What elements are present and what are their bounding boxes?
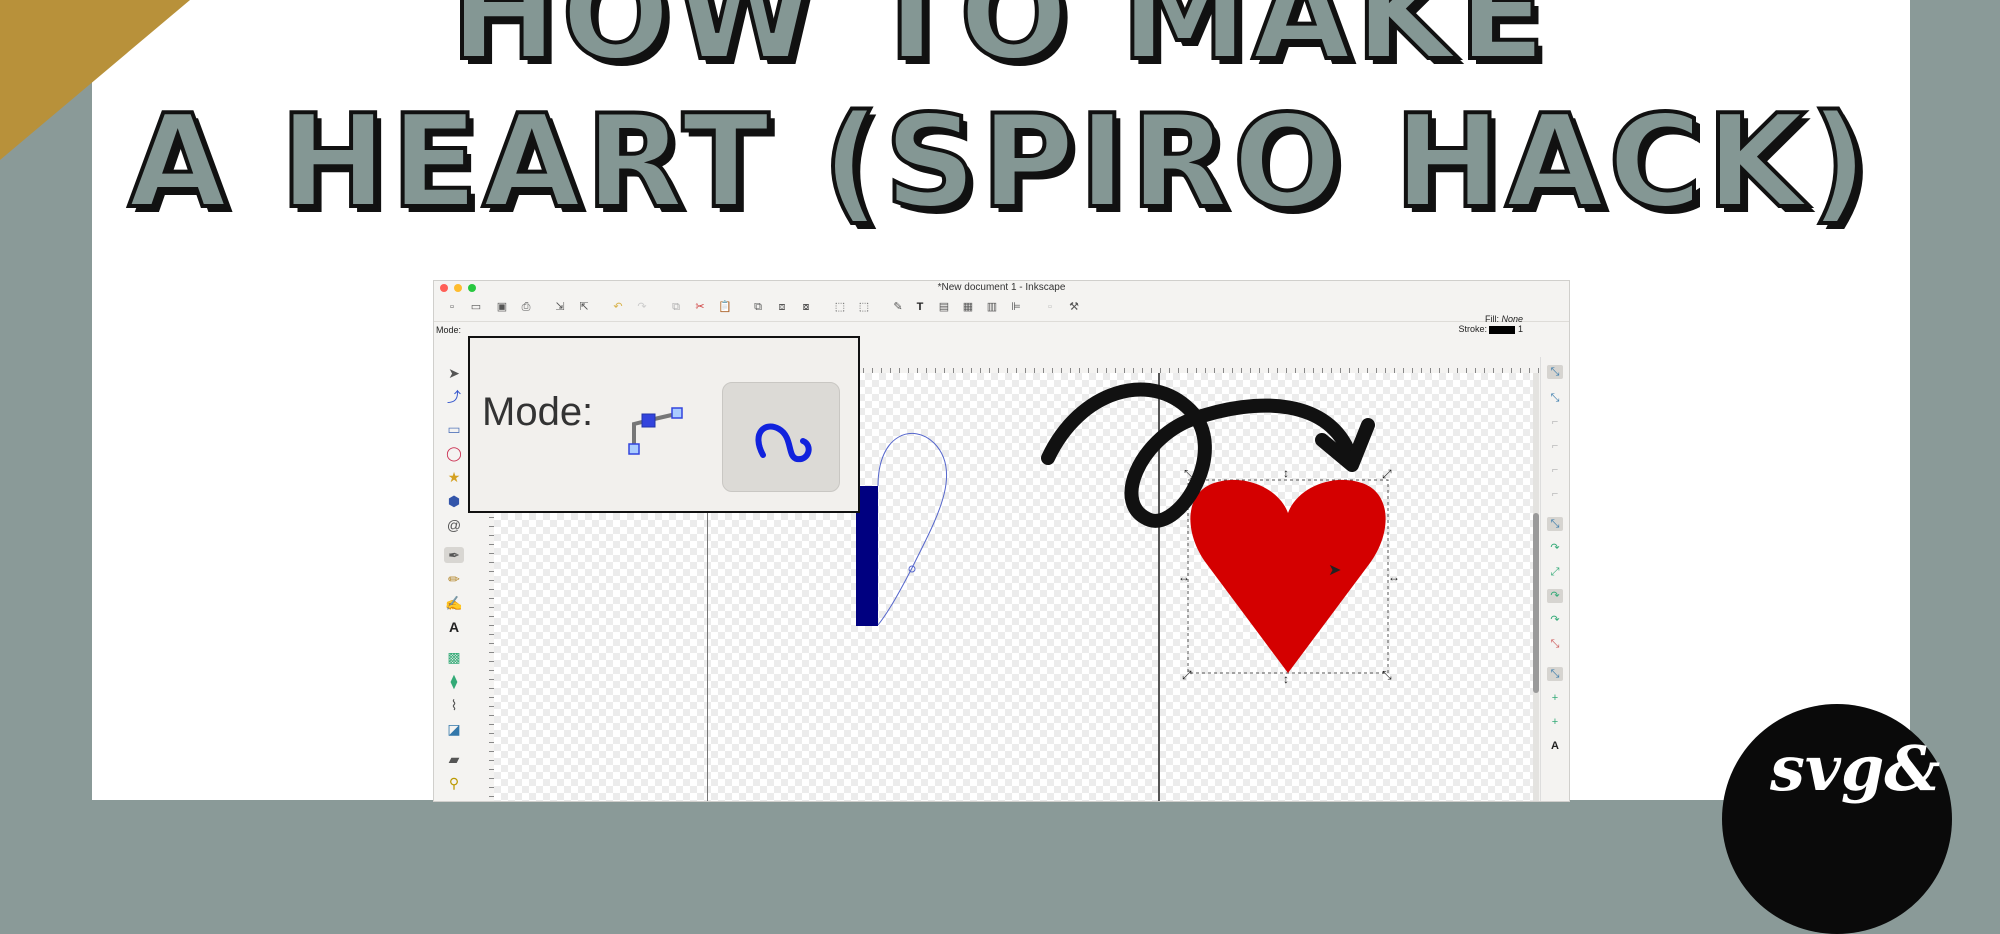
stroke-label: Stroke: bbox=[1458, 324, 1487, 334]
page-title-line2: A HEART (SPIRO HACK) bbox=[126, 86, 1872, 239]
nw-scale-handle[interactable]: ⤡ bbox=[1184, 467, 1194, 481]
logo-text: svg& bbox=[1770, 732, 1941, 805]
vertical-scrollbar[interactable] bbox=[1533, 373, 1539, 801]
eraser-tool-icon[interactable]: ▰ bbox=[444, 751, 464, 767]
document-properties-icon[interactable]: ▫ bbox=[1044, 301, 1056, 313]
fill-stroke-indicator[interactable]: Fill: None Stroke: 1 bbox=[1458, 314, 1523, 334]
calligraphy-tool-icon[interactable]: ✍ bbox=[444, 595, 464, 611]
snap-cusp-nodes-icon[interactable]: ↷ bbox=[1547, 589, 1563, 603]
snap-paths-icon[interactable]: ↷ bbox=[1547, 541, 1563, 555]
fill-stroke-icon[interactable]: ✎ bbox=[892, 301, 904, 313]
mode-label: Mode: bbox=[436, 325, 462, 335]
group-icon[interactable]: ⬚ bbox=[834, 301, 846, 313]
maximize-window-button[interactable] bbox=[468, 284, 476, 292]
ungroup-icon[interactable]: ⬚ bbox=[858, 301, 870, 313]
snap-rotation-center-icon[interactable]: + bbox=[1547, 691, 1563, 705]
zoom-tool-icon[interactable]: ⚲ bbox=[444, 775, 464, 791]
scrollbar-thumb[interactable] bbox=[1533, 513, 1539, 693]
tweak-tool-icon[interactable]: ⧫ bbox=[444, 673, 464, 689]
preferences-icon[interactable]: ⚒ bbox=[1068, 301, 1080, 313]
undo-icon[interactable]: ↶ bbox=[612, 301, 624, 313]
paste-icon[interactable]: 📋 bbox=[718, 301, 732, 313]
fill-label: Fill: bbox=[1484, 314, 1499, 324]
spiro-mode-button[interactable] bbox=[722, 382, 840, 492]
selector-tool-icon[interactable]: ➤ bbox=[444, 365, 464, 381]
commands-toolbar: ▫ ▭ ▣ ⎙ ⇲ ⇱ ↶ ↷ ⧉ ✂ 📋 ⧉ ⧈ ⧇ ⬚ ⬚ ✎ T ▤ ▦ … bbox=[434, 295, 1569, 322]
dropper-tool-icon[interactable]: ⌇ bbox=[444, 697, 464, 713]
se-scale-handle[interactable]: ⤡ bbox=[1382, 668, 1392, 682]
snap-toggle-icon[interactable]: ⤡ bbox=[1547, 365, 1563, 379]
w-scale-handle[interactable]: ↔ bbox=[1178, 570, 1190, 584]
snap-page-border-icon[interactable]: + bbox=[1547, 715, 1563, 729]
node-tool-icon[interactable]: ⤴ bbox=[444, 389, 464, 405]
red-heart[interactable] bbox=[1190, 479, 1386, 673]
layers-icon[interactable]: ▤ bbox=[938, 301, 950, 313]
s-scale-handle[interactable]: ↕ bbox=[1283, 672, 1289, 686]
n-scale-handle[interactable]: ↕ bbox=[1283, 466, 1289, 480]
bezier-tool-icon[interactable]: ✒ bbox=[444, 547, 464, 563]
window-titlebar: *New document 1 - Inkscape bbox=[434, 281, 1569, 295]
clone-icon[interactable]: ⧈ bbox=[776, 301, 788, 313]
align-icon[interactable]: ⊫ bbox=[1010, 301, 1022, 313]
snap-smooth-nodes-icon[interactable]: ↷ bbox=[1547, 613, 1563, 627]
page-title-line1: HOW TO MAKE bbox=[448, 0, 1550, 91]
xml-editor-icon[interactable]: ▦ bbox=[962, 301, 974, 313]
ne-scale-handle[interactable]: ⤢ bbox=[1381, 467, 1392, 481]
mode-zoom-callout: Mode: bbox=[468, 336, 860, 513]
fill-value: None bbox=[1501, 314, 1523, 324]
star-tool-icon[interactable]: ★ bbox=[444, 469, 464, 485]
copy-icon[interactable]: ⧉ bbox=[670, 301, 682, 313]
snap-controls-bar: ⤡ ⤡ ⌐ ⌐ ⌐ ⌐ ⤡ ↷ ⤢ ↷ ↷ ⤡ ⤡ + + A bbox=[1540, 357, 1569, 801]
save-icon[interactable]: ▣ bbox=[496, 301, 508, 313]
close-window-button[interactable] bbox=[440, 284, 448, 292]
snap-bbox-center-icon[interactable]: ⌐ bbox=[1547, 487, 1563, 501]
objects-icon[interactable]: ▥ bbox=[986, 301, 998, 313]
snap-bbox-corner-icon[interactable]: ⌐ bbox=[1547, 439, 1563, 453]
callout-mode-label: Mode: bbox=[482, 390, 594, 434]
import-icon[interactable]: ⇲ bbox=[554, 301, 566, 313]
text-font-icon[interactable]: T bbox=[914, 301, 926, 313]
brand-logo: svg& bbox=[1722, 704, 1952, 934]
snap-centers-icon[interactable]: ⤡ bbox=[1547, 667, 1563, 681]
snap-path-intersection-icon[interactable]: ⤢ bbox=[1547, 565, 1563, 579]
snap-text-baseline-icon[interactable]: A bbox=[1547, 739, 1563, 753]
new-document-icon[interactable]: ▫ bbox=[446, 301, 458, 313]
spray-tool-icon[interactable]: ▩ bbox=[444, 649, 464, 665]
cut-icon[interactable]: ✂ bbox=[694, 301, 706, 313]
mouse-cursor-icon: ➤ bbox=[1328, 562, 1341, 579]
pencil-tool-icon[interactable]: ✏ bbox=[444, 571, 464, 587]
3d-box-tool-icon[interactable]: ⬢ bbox=[444, 493, 464, 509]
snap-bbox-edge-icon[interactable]: ⌐ bbox=[1547, 415, 1563, 429]
minimize-window-button[interactable] bbox=[454, 284, 462, 292]
spiro-path-icon bbox=[755, 423, 812, 463]
duplicate-icon[interactable]: ⧉ bbox=[752, 301, 764, 313]
spiro-half-heart-path[interactable] bbox=[877, 433, 948, 626]
stroke-width: 1 bbox=[1517, 324, 1523, 334]
rectangle-tool-icon[interactable]: ▭ bbox=[444, 421, 464, 437]
paint-bucket-tool-icon[interactable]: ◪ bbox=[444, 721, 464, 737]
sw-scale-handle[interactable]: ⤢ bbox=[1181, 668, 1192, 682]
snap-bbox-icon[interactable]: ⤡ bbox=[1547, 391, 1563, 405]
spiral-tool-icon[interactable]: @ bbox=[444, 517, 464, 533]
open-file-icon[interactable]: ▭ bbox=[470, 301, 482, 313]
export-icon[interactable]: ⇱ bbox=[578, 301, 590, 313]
regular-bezier-mode-icon[interactable] bbox=[628, 404, 688, 464]
redo-icon[interactable]: ↷ bbox=[636, 301, 648, 313]
print-icon[interactable]: ⎙ bbox=[520, 301, 532, 313]
ellipse-tool-icon[interactable]: ◯ bbox=[444, 445, 464, 461]
window-title: *New document 1 - Inkscape bbox=[937, 282, 1066, 293]
snap-midpoints-icon[interactable]: ⤡ bbox=[1547, 637, 1563, 651]
snap-bbox-midpoint-icon[interactable]: ⌐ bbox=[1547, 463, 1563, 477]
unlink-clone-icon[interactable]: ⧇ bbox=[800, 301, 812, 313]
e-scale-handle[interactable]: ↔ bbox=[1388, 570, 1400, 584]
text-tool-icon[interactable]: A bbox=[444, 619, 464, 635]
stroke-swatch bbox=[1489, 325, 1516, 334]
snap-nodes-icon[interactable]: ⤡ bbox=[1547, 517, 1563, 531]
